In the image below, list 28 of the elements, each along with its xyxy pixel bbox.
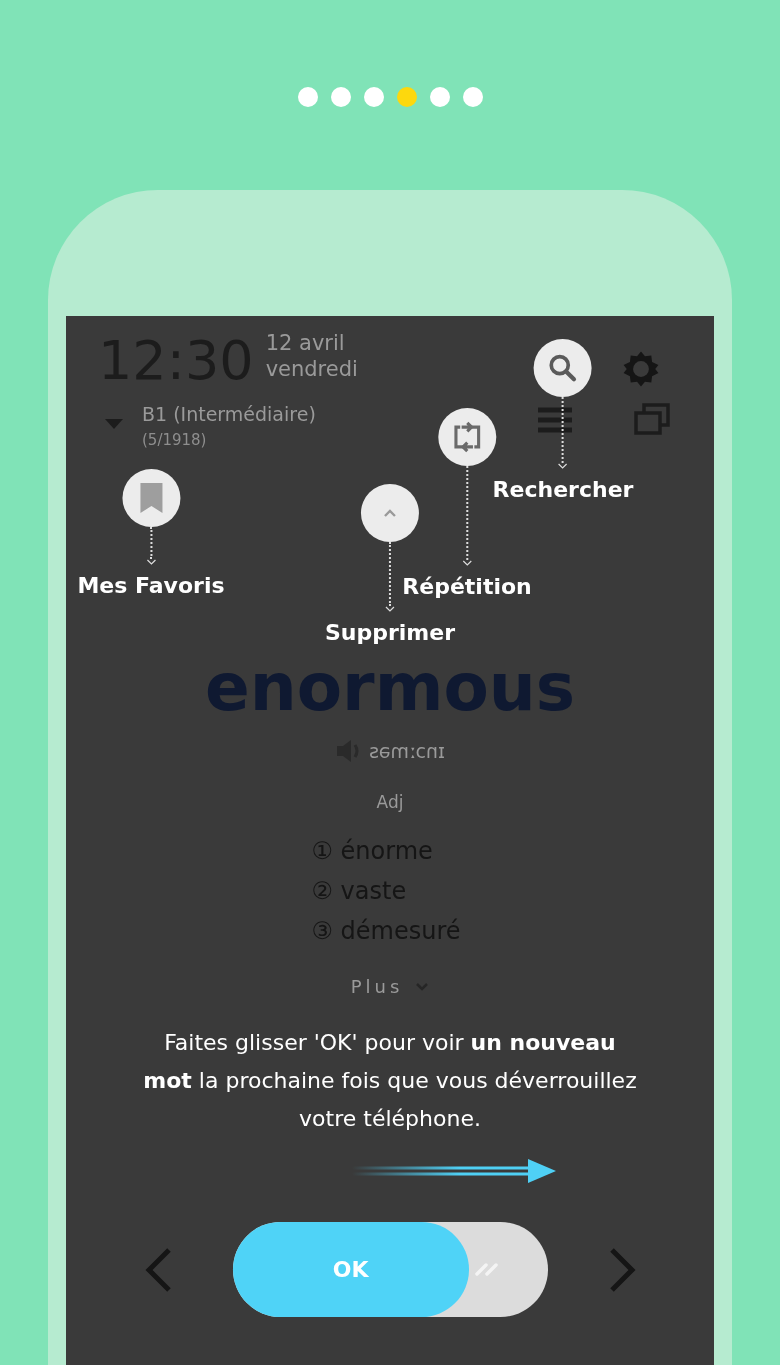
tutorial-text: Faites glisser 'OK' pour voir un nouveau mot la prochaine fois que vous déverrouillez votre téléphone.	[142, 1029, 638, 1133]
weekday-text: vendredi	[265, 356, 358, 382]
leader-line	[146, 527, 156, 565]
swipe-arrow-icon	[352, 1156, 558, 1186]
chevron-up-icon	[383, 508, 397, 518]
tool-button[interactable]	[534, 339, 592, 397]
windows-icon[interactable]	[634, 402, 670, 436]
date-text: 12 avril	[265, 330, 346, 356]
next-icon[interactable]	[607, 1245, 638, 1294]
dropdown-icon[interactable]	[104, 418, 124, 430]
callout-label: Répétition	[402, 573, 532, 601]
tool-button[interactable]	[122, 469, 180, 527]
callout-label: Rechercher	[492, 476, 634, 504]
callout-label: Mes Favoris	[77, 572, 225, 600]
tool-button[interactable]	[361, 484, 419, 542]
settings-icon[interactable]	[622, 350, 660, 388]
tool-button[interactable]	[438, 408, 496, 466]
leader-line	[385, 542, 395, 612]
more-button[interactable]: Plus	[350, 973, 430, 1000]
double-chevron-icon	[474, 1263, 498, 1276]
progress-count: (5/1918)	[142, 429, 208, 451]
menu-icon[interactable]	[538, 406, 572, 434]
bookmark-icon	[137, 481, 165, 515]
leader-line	[558, 397, 568, 469]
pronunciation-text: ɪnɔːməs	[368, 739, 445, 764]
callout-label: Supprimer	[324, 619, 456, 647]
level-name[interactable]: B1 (Intermédiaire)	[142, 400, 316, 429]
part-of-speech: Adj	[376, 790, 404, 814]
